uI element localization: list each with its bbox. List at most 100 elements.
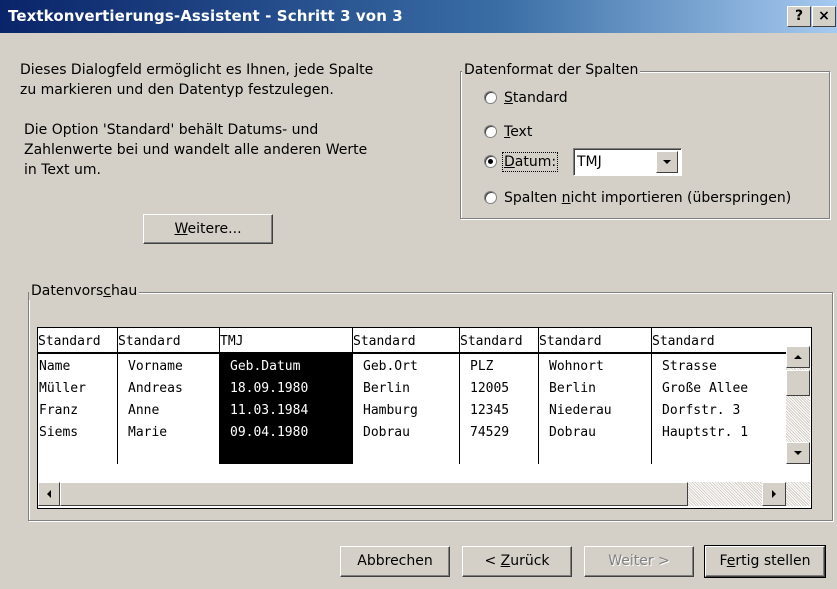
- column-type-header[interactable]: TMJ: [220, 328, 352, 354]
- date-format-select[interactable]: TMJ: [573, 148, 682, 176]
- preview-label-post: hau: [110, 283, 138, 299]
- radio-standard-accel: S: [504, 90, 513, 106]
- preview-cell: Marie: [128, 425, 168, 440]
- radio-skip-pre: Spalten: [504, 190, 562, 206]
- preview-cell: Geb.Datum: [230, 359, 301, 374]
- scroll-right-button[interactable]: [762, 482, 786, 506]
- preview-column[interactable]: Standard PLZ 12005 12345 74529: [460, 328, 539, 464]
- preview-cell: Dobrau: [549, 425, 596, 440]
- column-type-header[interactable]: Standard: [118, 328, 219, 354]
- preview-cell: Franz: [39, 403, 79, 418]
- format-group-label: Datenformat der Spalten: [462, 61, 641, 79]
- preview-cell: Geb.Ort: [363, 359, 418, 374]
- preview-column[interactable]: Standard Name Müller Franz Siems: [38, 328, 118, 464]
- preview-cell: Niederau: [549, 403, 612, 418]
- preview-cell: Vorname: [128, 359, 183, 374]
- scroll-down-button[interactable]: [786, 442, 810, 464]
- back-button[interactable]: < Zurück: [462, 546, 572, 577]
- radio-text-label[interactable]: Text: [504, 123, 532, 141]
- arrow-right-icon: [772, 490, 776, 498]
- horizontal-scroll-thumb[interactable]: [60, 482, 688, 506]
- preview-empty-area: [38, 464, 810, 482]
- description-line-1: Dieses Dialogfeld ermöglicht es Ihnen, j…: [20, 62, 374, 78]
- weitere-label: eitere...: [187, 221, 242, 237]
- date-format-dropdown-button[interactable]: [656, 151, 678, 173]
- preview-cell: 12345: [470, 403, 510, 418]
- preview-cell: Berlin: [549, 381, 596, 396]
- finish-button-label: rtig stellen: [735, 553, 811, 569]
- horizontal-scrollbar[interactable]: [38, 482, 810, 506]
- preview-cell: 18.09.1980: [230, 381, 309, 396]
- close-button[interactable]: ×: [812, 6, 836, 27]
- preview-cell: Andreas: [128, 381, 183, 396]
- preview-label-accel: c: [103, 283, 111, 299]
- back-button-accel: Z: [500, 553, 511, 569]
- radio-datum-rest: atum:: [514, 154, 557, 170]
- radio-skip-label[interactable]: Spalten nicht importieren (überspringen): [504, 189, 791, 207]
- radio-datum[interactable]: [484, 155, 497, 168]
- description-line-4: Zahlenwerte bei und wandelt alle anderen…: [24, 142, 368, 158]
- preview-cell: Siems: [39, 425, 79, 440]
- preview-cell: Anne: [128, 403, 160, 418]
- finish-button[interactable]: Fertig stellen: [704, 545, 826, 578]
- preview-column[interactable]: Standard Strasse Große Allee Dorfstr. 3 …: [652, 328, 786, 464]
- preview-cell: Wohnort: [549, 359, 604, 374]
- weitere-button[interactable]: Weitere...: [143, 214, 273, 244]
- preview-cell: 74529: [470, 425, 510, 440]
- title-bar: Textkonvertierungs-Assistent - Schritt 3…: [0, 0, 837, 33]
- preview-cell: Berlin: [363, 381, 410, 396]
- preview-label-pre: Datenvors: [31, 283, 104, 299]
- radio-standard-rest: tandard: [512, 90, 568, 106]
- preview-cell: Name: [39, 359, 71, 374]
- preview-cell: 11.03.1984: [230, 403, 309, 418]
- radio-skip-accel: n: [561, 190, 571, 206]
- preview-cell: Hauptstr. 1: [662, 425, 749, 440]
- column-type-header[interactable]: Standard: [353, 328, 459, 354]
- window-title: Textkonvertierungs-Assistent - Schritt 3…: [8, 7, 403, 25]
- preview-group-label: Datenvorschau: [29, 282, 140, 300]
- help-button[interactable]: ?: [787, 6, 811, 27]
- preview-column[interactable]: Standard Geb.Ort Berlin Hamburg Dobrau: [353, 328, 460, 464]
- vertical-scroll-thumb[interactable]: [786, 370, 810, 396]
- preview-column[interactable]: Standard Vorname Andreas Anne Marie: [118, 328, 220, 464]
- radio-text-rest: ext: [510, 124, 533, 140]
- preview-cell: Große Allee: [662, 381, 749, 396]
- radio-datum-accel: D: [504, 154, 515, 170]
- preview-column-selected[interactable]: TMJ Geb.Datum 18.09.1980 11.03.1984 09.0…: [220, 328, 353, 464]
- radio-standard-label[interactable]: Standard: [504, 89, 568, 107]
- column-type-header[interactable]: Standard: [38, 328, 117, 354]
- cancel-button[interactable]: Abbrechen: [340, 546, 450, 577]
- data-preview[interactable]: Standard Name Müller Franz Siems Standar…: [37, 327, 812, 509]
- preview-cell: Strasse: [662, 359, 717, 374]
- radio-skip[interactable]: [484, 191, 497, 204]
- radio-datum-label[interactable]: Datum:: [502, 152, 559, 172]
- column-type-header[interactable]: Standard: [460, 328, 538, 354]
- preview-cell: 12005: [470, 381, 510, 396]
- preview-cell: Müller: [39, 381, 86, 396]
- back-button-label: urück: [510, 553, 550, 569]
- column-type-header[interactable]: Standard: [652, 328, 786, 354]
- preview-cell: Dorfstr. 3: [662, 403, 741, 418]
- chevron-down-icon: [663, 160, 671, 164]
- column-type-header[interactable]: Standard: [539, 328, 651, 354]
- scroll-up-button[interactable]: [786, 346, 810, 368]
- description-line-5: in Text um.: [24, 162, 101, 178]
- vertical-scrollbar[interactable]: [786, 346, 810, 464]
- arrow-up-icon: [794, 355, 802, 359]
- radio-standard[interactable]: [484, 91, 497, 104]
- arrow-down-icon: [794, 451, 802, 455]
- next-button[interactable]: Weiter >: [584, 546, 694, 577]
- arrow-left-icon: [47, 490, 51, 498]
- description-line-3: Die Option 'Standard' behält Datums- und: [24, 122, 319, 138]
- preview-cell: PLZ: [470, 359, 494, 374]
- scroll-left-button[interactable]: [38, 482, 60, 506]
- preview-column[interactable]: Standard Wohnort Berlin Niederau Dobrau: [539, 328, 652, 464]
- radio-text[interactable]: [484, 125, 497, 138]
- preview-cell: 09.04.1980: [230, 425, 309, 440]
- finish-button-prefix: F: [719, 553, 727, 569]
- back-button-prefix: <: [484, 553, 501, 569]
- preview-cell: Dobrau: [363, 425, 410, 440]
- date-format-value: TMJ: [577, 154, 602, 170]
- preview-cell: Hamburg: [363, 403, 418, 418]
- weitere-accel: W: [174, 221, 188, 237]
